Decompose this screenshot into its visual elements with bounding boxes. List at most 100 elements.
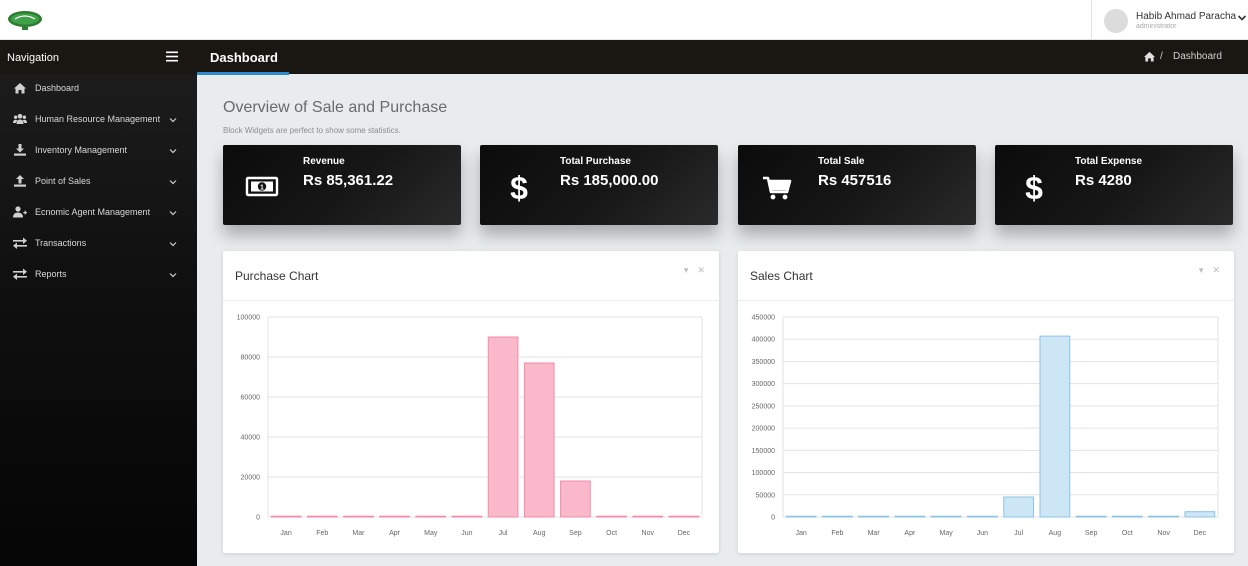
y-tick-label: 0 [771,515,775,522]
bar-mar[interactable] [858,515,889,518]
bar-jul[interactable] [487,336,519,518]
company-logo[interactable] [7,8,43,32]
x-tick-label: Apr [904,530,916,537]
bar-jun[interactable] [967,515,998,518]
avatar[interactable] [1104,9,1128,33]
stat-label: Revenue [303,156,345,167]
bar-oct[interactable] [596,515,627,518]
card-tools: ▾ ✕ [675,265,705,276]
card-divider [223,300,719,301]
y-tick-label: 80000 [241,355,261,362]
download-icon [14,144,26,156]
bar-sep[interactable] [560,480,591,518]
user-name[interactable]: Habib Ahmad Paracha [1136,11,1236,22]
menu-toggle-icon[interactable] [166,51,178,62]
chevron-down-icon[interactable] [1237,13,1247,23]
stat-value: Rs 4280 [1075,172,1132,189]
sidebar: Navigation Dashboard Human Resource Mana… [0,40,197,566]
x-tick-label: Mar [868,530,881,537]
bar-aug[interactable] [523,362,555,518]
bar-dec[interactable] [1184,511,1216,518]
user-divider [1091,0,1092,40]
card-tools: ▾ ✕ [1190,265,1220,276]
x-tick-label: Oct [1122,530,1133,537]
bar-sep[interactable] [1075,515,1107,518]
sidebar-item-label: Reports [35,269,67,279]
x-tick-label: Dec [678,530,691,537]
x-tick-label: Apr [389,530,401,537]
top-bar: Habib Ahmad Paracha administrator [0,0,1248,40]
x-tick-label: May [424,530,438,537]
sidebar-item-reports[interactable]: Reports [0,262,197,288]
y-tick-label: 200000 [752,426,775,433]
bar-may[interactable] [415,515,447,518]
sidebar-item-human-resource[interactable]: Human Resource Management [0,107,197,133]
stat-card-total-purchase: $ Total Purchase Rs 185,000.00 [480,145,718,225]
breadcrumb: Dashboard [1173,51,1222,62]
chevron-down-icon [169,180,177,185]
sales-bar-chart: 0 50000 100000 150000 200000 250000 300000 3500… [752,315,1219,537]
chevron-down-icon [169,242,177,247]
x-tick-label: Aug [1049,530,1062,537]
stat-card-total-sale: Total Sale Rs 457516 [738,145,976,225]
cart-icon [763,176,792,200]
home-icon[interactable] [1143,51,1156,62]
page-header: Dashboard / Dashboard [197,40,1248,75]
y-tick-label: 400000 [752,337,775,344]
money-icon: 1 [245,176,279,197]
stat-value: Rs 85,361.22 [303,172,394,189]
sidebar-item-point-of-sales[interactable]: Point of Sales [0,169,197,195]
bar-aug[interactable] [1039,335,1071,518]
x-tick-label: Sep [1085,530,1098,537]
bar-nov[interactable] [1148,515,1179,518]
bar-feb[interactable] [306,515,338,518]
bar-jan[interactable] [785,515,817,518]
bar-may[interactable] [930,515,962,518]
bar-jun[interactable] [451,515,483,518]
stat-value: Rs 457516 [818,172,892,189]
x-tick-label: Feb [316,530,328,537]
exchange-icon [13,237,27,249]
sidebar-item-transactions[interactable]: Transactions [0,231,197,257]
x-tick-label: Mar [352,530,365,537]
y-tick-label: 50000 [756,492,776,499]
sidebar-item-inventory[interactable]: Inventory Management [0,138,197,164]
y-tick-label: 450000 [752,315,775,322]
bar-apr[interactable] [379,515,410,518]
exchange-icon [13,268,27,280]
bar-jan[interactable] [270,515,302,518]
section-title: Overview of Sale and Purchase [223,99,448,116]
x-tick-label: May [940,530,954,537]
chevron-down-icon [169,118,177,123]
bar-jul[interactable] [1003,496,1034,518]
home-icon [14,83,26,94]
bar-oct[interactable] [1112,515,1143,518]
sidebar-item-economic-agent[interactable]: Ecnomic Agent Management [0,200,197,226]
sidebar-item-dashboard[interactable]: Dashboard [0,76,197,102]
sidebar-header: Navigation [0,40,197,74]
bar-feb[interactable] [822,515,853,518]
chevron-down-icon [169,149,177,154]
x-tick-label: Nov [642,530,655,537]
chevron-down-icon [169,211,177,216]
dollar-icon: $ [510,170,528,203]
chevron-down-icon [169,273,177,278]
sidebar-item-label: Point of Sales [35,176,91,186]
close-button[interactable]: ✕ [1212,265,1220,275]
close-button[interactable]: ✕ [697,265,705,275]
bar-dec[interactable] [668,515,700,518]
y-tick-label: 350000 [752,359,775,366]
y-tick-label: 100000 [752,470,775,477]
bar-apr[interactable] [894,515,926,518]
bar-mar[interactable] [343,515,374,518]
collapse-button[interactable]: ▾ [1199,265,1204,275]
stat-label: Total Expense [1075,156,1143,167]
x-tick-label: Jun [977,530,988,537]
sidebar-item-label: Inventory Management [35,145,128,155]
x-tick-label: Jan [795,530,806,537]
x-tick-label: Oct [606,530,617,537]
collapse-button[interactable]: ▾ [684,265,689,275]
bar-nov[interactable] [632,515,664,518]
x-tick-label: Nov [1157,530,1170,537]
card-title: Sales Chart [750,269,813,283]
